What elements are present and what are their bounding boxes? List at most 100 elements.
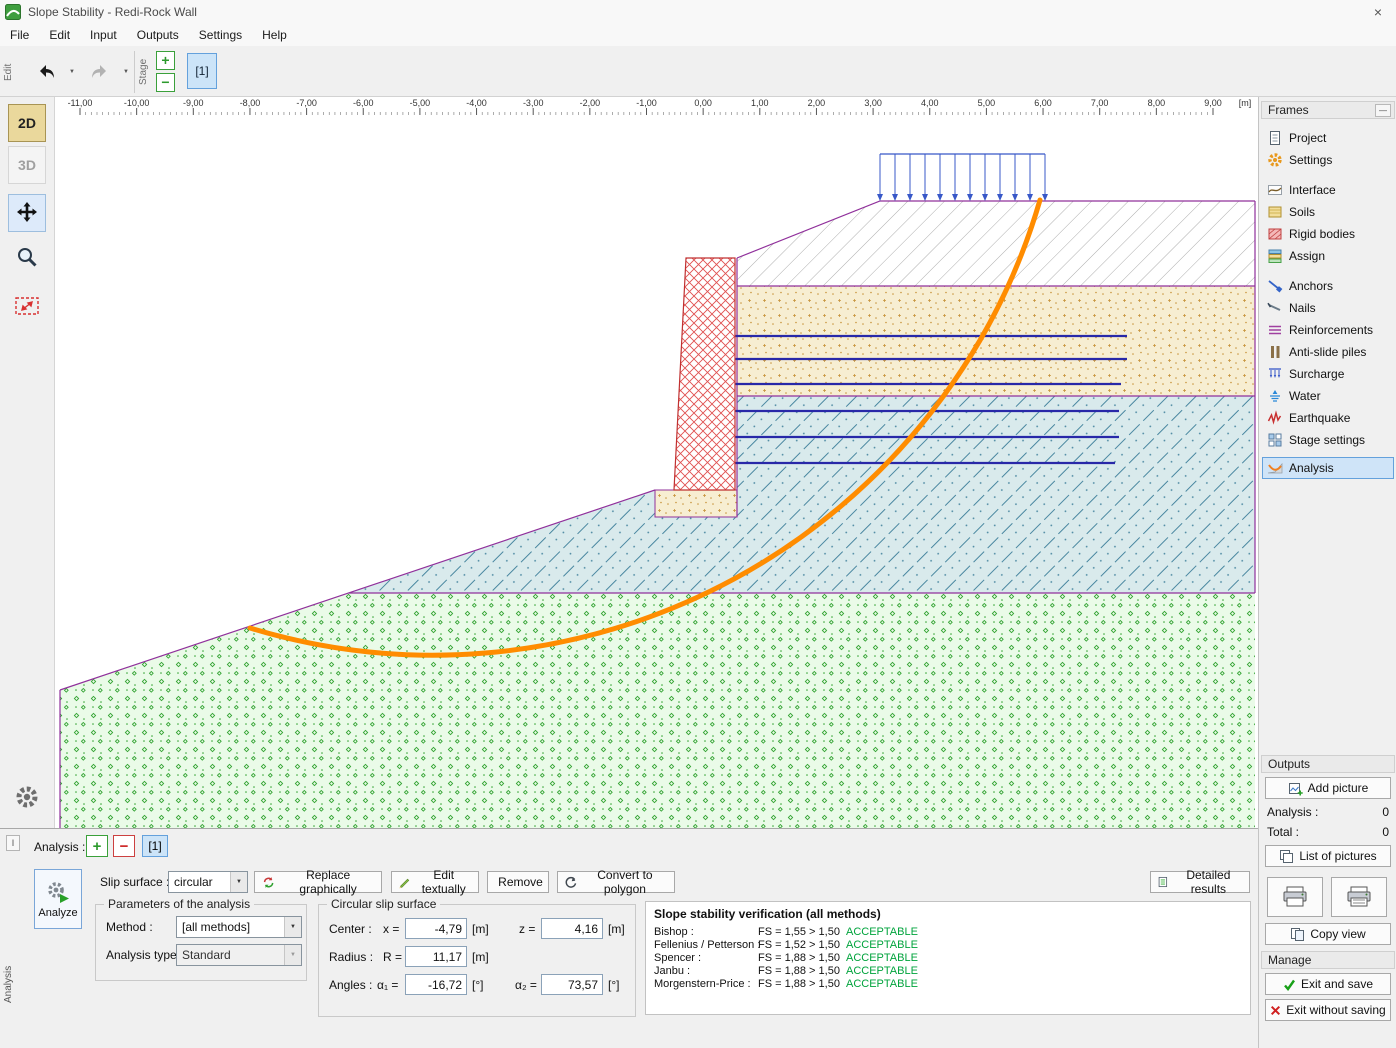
detailed-results-button[interactable]: Detailed results [1150,871,1250,893]
exit-without-saving-button[interactable]: Exit without saving [1265,999,1391,1021]
redo-dropdown-icon[interactable]: ▼ [120,54,132,90]
frames-item-anti-slide-piles[interactable]: Anti-slide piles [1262,341,1394,363]
add-picture-button[interactable]: Add picture [1265,777,1391,799]
slip-surface-select[interactable]: circular ▼ [168,871,248,893]
undo-button[interactable] [28,54,64,90]
analysis-remove-button[interactable]: − [113,835,135,857]
replace-graphically-icon [261,875,276,890]
frames-item-nails[interactable]: Nails [1262,297,1394,319]
gear-icon [14,784,40,810]
zoom-fit-button[interactable] [8,287,46,325]
frames-item-reinforcements[interactable]: Reinforcements [1262,319,1394,341]
menu-bar: File Edit Input Outputs Settings Help [0,24,1396,46]
frames-item-assign[interactable]: Assign [1262,245,1394,267]
alpha1-unit: [°] [472,978,483,992]
drawing-canvas[interactable] [55,116,1258,828]
svg-text:4,00: 4,00 [921,98,939,108]
pan-tool-button[interactable] [8,194,46,232]
redo-button[interactable] [82,54,118,90]
result-row: Morgenstern-Price : FS = 1,88 > 1,50 ACC… [646,978,1250,991]
view-2d-button[interactable]: 2D [8,104,46,142]
menu-outputs[interactable]: Outputs [127,24,189,46]
result-row: Janbu : FS = 1,88 > 1,50 ACCEPTABLE [646,965,1250,978]
method-select[interactable]: [all methods] ▼ [176,916,302,938]
menu-edit[interactable]: Edit [39,24,80,46]
frames-item-water[interactable]: Water [1262,385,1394,407]
z-unit: [m] [608,922,625,936]
copy-view-button[interactable]: Copy view [1265,923,1391,945]
convert-to-polygon-button[interactable]: Convert to polygon [557,871,675,893]
frames-item-interface[interactable]: Interface [1262,179,1394,201]
print-document-button[interactable] [1267,877,1323,917]
earthquake-icon [1267,410,1283,426]
close-icon[interactable]: × [1364,2,1392,21]
surcharge-load [877,154,1048,201]
ruler: -11,00-10,00-9,00-8,00-7,00-6,00-5,00-4,… [55,97,1258,116]
method-name: Janbu : [654,965,690,977]
menu-help[interactable]: Help [252,24,297,46]
result-row: Fellenius / Petterson : FS = 1,52 > 1,50… [646,939,1250,952]
stage-remove-button[interactable]: − [156,73,175,92]
list-of-pictures-button[interactable]: List of pictures [1265,845,1391,867]
leveling-pad [655,490,737,517]
exit-without-saving-label: Exit without saving [1286,1003,1385,1017]
settings-gear-button[interactable] [8,778,46,816]
panel-handle[interactable]: I [6,835,20,851]
frames-item-project[interactable]: Project [1262,127,1394,149]
alpha2-input[interactable] [541,974,603,995]
frames-item-surcharge[interactable]: Surcharge [1262,363,1394,385]
soil-layer-green [60,593,1255,828]
undo-dropdown-icon[interactable]: ▼ [66,54,78,90]
center-z-input[interactable] [541,918,603,939]
svg-text:9,00: 9,00 [1204,98,1222,108]
frames-item-settings[interactable]: Settings [1262,149,1394,171]
stage-tab-1[interactable]: [1] [187,53,217,89]
svg-text:2,00: 2,00 [808,98,826,108]
frames-item-analysis[interactable]: Analysis [1262,457,1394,479]
check-icon [1283,978,1296,991]
outputs-analysis-label: Analysis : [1267,805,1318,819]
printer-icon [1281,885,1309,909]
zoom-tool-button[interactable] [8,238,46,276]
analyze-icon [45,879,71,905]
frames-item-soils[interactable]: Soils [1262,201,1394,223]
frames-minimize-icon[interactable]: — [1375,104,1391,117]
alpha2-label: α₂ = [515,978,537,992]
center-x-input[interactable] [405,918,467,939]
svg-text:-10,00: -10,00 [124,98,150,108]
menu-file[interactable]: File [0,24,39,46]
view-3d-button[interactable]: 3D [8,146,46,184]
project-icon [1267,130,1283,146]
svg-text:8,00: 8,00 [1148,98,1166,108]
edit-textually-button[interactable]: Edit textually [391,871,479,893]
remove-button[interactable]: Remove [487,871,549,893]
alpha2-unit: [°] [608,978,619,992]
outputs-analysis-row: Analysis : 0 [1267,805,1389,819]
alpha1-input[interactable] [405,974,467,995]
exit-and-save-button[interactable]: Exit and save [1265,973,1391,995]
analyze-button[interactable]: Analyze [34,869,82,929]
stage-add-button[interactable]: + [156,51,175,70]
menu-input[interactable]: Input [80,24,127,46]
add-picture-icon [1288,781,1303,796]
print-picture-list-button[interactable] [1331,877,1387,917]
frames-item-earthquake[interactable]: Earthquake [1262,407,1394,429]
status-badge: ACCEPTABLE [846,978,918,990]
circular-slip-groupbox: Circular slip surface Center : x = [m] z… [318,897,636,1017]
menu-settings[interactable]: Settings [189,24,252,46]
analysis-label: Analysis : [34,840,85,854]
replace-graphically-button[interactable]: Replace graphically [254,871,382,893]
svg-text:-7,00: -7,00 [296,98,317,108]
radius-input[interactable] [405,946,467,967]
results-box: Slope stability verification (all method… [645,901,1251,1015]
retaining-wall [674,258,735,490]
analysis-add-button[interactable]: + [86,835,108,857]
frames-item-anchors[interactable]: Anchors [1262,275,1394,297]
analysis-type-select[interactable]: Standard ▼ [176,944,302,966]
svg-text:-8,00: -8,00 [240,98,261,108]
frames-header: Frames — [1261,101,1395,119]
frames-item-stage-settings[interactable]: Stage settings [1262,429,1394,451]
frames-item-rigid-bodies[interactable]: Rigid bodies [1262,223,1394,245]
pan-icon [15,201,39,225]
analysis-tab-1[interactable]: [1] [142,835,168,857]
